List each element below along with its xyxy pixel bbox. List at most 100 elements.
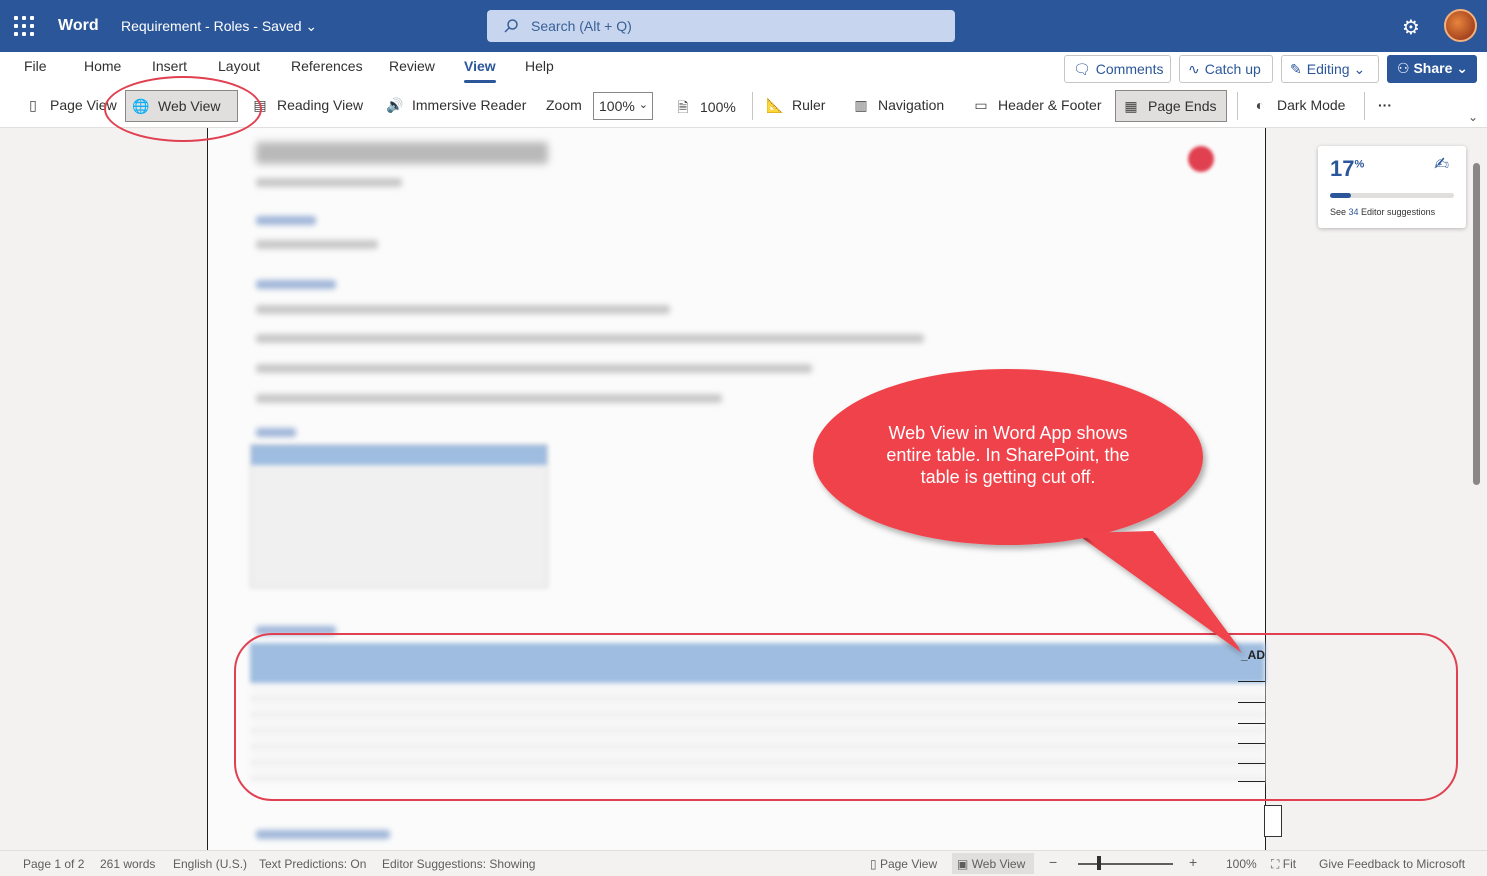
share-button[interactable]: ⚇ Share ⌄: [1387, 55, 1477, 83]
status-word-count[interactable]: 261 words: [100, 857, 155, 871]
editor-score-card[interactable]: 17% ✍ See 34 Editor suggestions: [1318, 146, 1466, 228]
callout-bubble: [813, 369, 1242, 653]
dark-mode-label: Dark Mode: [1277, 97, 1346, 113]
search-icon: [503, 18, 519, 37]
blurred-text: [256, 394, 722, 403]
title-bar: Word Requirement - Roles - Saved ⌄ Searc…: [0, 0, 1487, 52]
editor-score-value: 17: [1330, 156, 1355, 181]
fit-icon: ⛶: [1271, 857, 1280, 871]
blurred-text: [256, 178, 402, 187]
blurred-text: [256, 364, 812, 373]
page-ends-label: Page Ends: [1148, 98, 1217, 114]
status-editor-suggestions[interactable]: Editor Suggestions: Showing: [382, 857, 535, 871]
editor-score-unit: %: [1354, 158, 1365, 171]
settings-gear-icon[interactable]: ⚙: [1402, 15, 1420, 40]
ribbon-divider: [752, 92, 753, 120]
tab-review[interactable]: Review: [389, 58, 435, 74]
status-page-view-button[interactable]: ▯ Page View: [870, 857, 937, 871]
ribbon-expand-chevron-icon[interactable]: ⌄: [1468, 110, 1478, 124]
status-feedback-link[interactable]: Give Feedback to Microsoft: [1319, 857, 1465, 871]
status-page-count[interactable]: Page 1 of 2: [23, 857, 84, 871]
chevron-down-icon: ⌄: [638, 99, 648, 111]
editor-score-bar: [1330, 193, 1454, 198]
editor-pen-icon: ✍: [1434, 154, 1450, 174]
page-ends-toggle[interactable]: ▦ Page Ends: [1115, 90, 1227, 122]
blurred-text: [256, 305, 670, 314]
blurred-subheading: [256, 428, 296, 437]
tab-help[interactable]: Help: [525, 58, 554, 74]
editing-label: Editing: [1306, 61, 1350, 77]
page-end-marker: [1264, 805, 1282, 837]
editor-suggestions-link[interactable]: See 34 Editor suggestions: [1330, 207, 1435, 217]
comment-icon: 🗨: [1073, 61, 1091, 77]
editing-mode-button[interactable]: ✎ Editing ⌄: [1281, 55, 1379, 83]
status-bar: Page 1 of 2 261 words English (U.S.) Tex…: [0, 850, 1487, 876]
ribbon-divider: [1364, 92, 1365, 120]
blurred-subheading: [256, 280, 336, 289]
blurred-text: [256, 240, 378, 249]
blurred-heading: [256, 142, 548, 164]
page-ends-icon: ▦: [1124, 98, 1138, 114]
status-web-view-button[interactable]: ▣ Web View: [957, 857, 1025, 871]
status-fit-label: Fit: [1282, 857, 1297, 871]
user-avatar[interactable]: [1444, 9, 1477, 42]
tab-layout[interactable]: Layout: [218, 58, 260, 74]
tab-insert[interactable]: Insert: [152, 58, 187, 74]
zoom-slider-track[interactable]: [1078, 863, 1173, 865]
zoom-label: Zoom: [546, 97, 582, 113]
tab-view[interactable]: View: [464, 58, 496, 83]
zoom-slider-thumb[interactable]: [1097, 856, 1101, 870]
activity-icon: ∿: [1188, 61, 1200, 77]
reading-view-label: Reading View: [277, 97, 364, 113]
comments-button[interactable]: 🗨 Comments: [1064, 55, 1171, 83]
search-box[interactable]: Search (Alt + Q): [487, 10, 955, 42]
menu-tabs-row: File Home Insert Layout References Revie…: [0, 52, 1487, 84]
app-name[interactable]: Word: [58, 17, 99, 35]
immersive-reader-button[interactable]: 🔊 Immersive Reader: [380, 90, 532, 122]
zoom-out-button[interactable]: −: [1049, 854, 1057, 870]
tab-home[interactable]: Home: [84, 58, 121, 74]
blurred-text: [256, 334, 924, 343]
more-options-button[interactable]: ···: [1372, 90, 1398, 122]
editor-suggestions-text: Editor suggestions: [1358, 207, 1436, 217]
zoom-100-button[interactable]: 🗎 100%: [668, 90, 742, 122]
tab-references[interactable]: References: [291, 58, 363, 74]
ruler-toggle[interactable]: 📐 Ruler: [760, 90, 831, 122]
status-zoom-level[interactable]: 100%: [1226, 857, 1257, 871]
reading-view-button[interactable]: ▤ Reading View: [245, 90, 369, 122]
editor-score-fill: [1330, 193, 1352, 198]
document-title[interactable]: Requirement - Roles - Saved ⌄: [121, 18, 317, 35]
navigation-label: Navigation: [878, 97, 945, 113]
web-view-icon: ▣: [957, 857, 969, 871]
header-footer-label: Header & Footer: [998, 97, 1102, 113]
status-web-view-label: Web View: [971, 857, 1026, 871]
callout-text: Web View in Word App shows entire table.…: [886, 423, 1130, 487]
blurred-subheading: [256, 830, 390, 839]
ruler-icon: 📐: [766, 97, 784, 113]
catch-up-label: Catch up: [1204, 61, 1261, 77]
status-fit-button[interactable]: ⛶ Fit: [1271, 857, 1296, 872]
status-text-predictions[interactable]: Text Predictions: On: [259, 857, 366, 871]
dark-mode-toggle[interactable]: ◐ Dark Mode: [1245, 90, 1351, 122]
editor-suggestion-count: 34: [1348, 207, 1359, 217]
navigation-pane-icon: ▥: [854, 97, 868, 113]
status-language[interactable]: English (U.S.): [173, 857, 247, 871]
app-launcher-icon[interactable]: [14, 16, 34, 36]
dark-mode-icon: ◐: [1255, 97, 1265, 113]
catch-up-button[interactable]: ∿ Catch up: [1179, 55, 1273, 83]
header-footer-icon: ▭: [974, 97, 988, 113]
editor-score: 17%: [1330, 156, 1364, 182]
page-view-icon: ▯: [29, 97, 37, 113]
status-page-view-label: Page View: [879, 857, 938, 871]
ruler-label: Ruler: [792, 97, 826, 113]
immersive-reader-label: Immersive Reader: [412, 97, 527, 113]
header-footer-button[interactable]: ▭ Header & Footer: [966, 90, 1108, 122]
vertical-scrollbar-thumb[interactable]: [1473, 163, 1480, 485]
navigation-toggle[interactable]: ▥ Navigation: [846, 90, 950, 122]
tab-file[interactable]: File: [24, 58, 47, 74]
share-people-icon: ⚇: [1397, 60, 1410, 76]
zoom-in-button[interactable]: +: [1189, 854, 1197, 870]
page-view-icon: ▯: [870, 857, 877, 871]
pencil-icon: ✎: [1290, 61, 1302, 77]
zoom-dropdown[interactable]: 100% ⌄: [593, 92, 653, 120]
